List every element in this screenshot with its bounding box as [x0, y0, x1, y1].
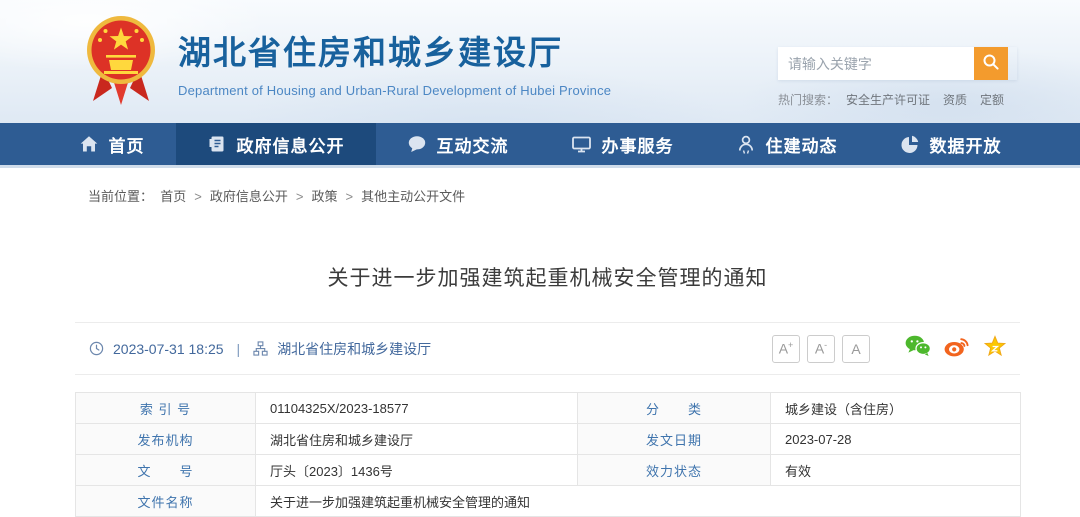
document-icon — [207, 134, 227, 154]
table-row: 文 号厅头〔2023〕1436号效力状态有效 — [76, 455, 1021, 486]
wechat-icon — [905, 335, 931, 362]
clock-icon — [89, 341, 104, 356]
hot-search-link[interactable]: 资质 — [943, 93, 967, 107]
organization-icon — [253, 341, 268, 356]
info-value-cell: 厅头〔2023〕1436号 — [256, 455, 578, 486]
pie-chart-icon — [900, 134, 920, 154]
info-label-cell: 文 号 — [76, 455, 256, 486]
table-row: 发布机构湖北省住房和城乡建设厅发文日期2023-07-28 — [76, 424, 1021, 455]
publish-datetime: 2023-07-31 18:25 — [113, 341, 224, 357]
person-icon — [736, 134, 756, 154]
info-value-cell: 关于进一步加强建筑起重机械安全管理的通知 — [256, 486, 1021, 517]
nav-item-label: 首页 — [109, 132, 145, 157]
info-table: 索 引 号01104325X/2023-18577分 类城乡建设（含住房）发布机… — [75, 392, 1021, 517]
nav-item-home[interactable]: 首页 — [48, 123, 176, 165]
font-size-button-smaller[interactable]: A- — [807, 335, 835, 363]
wechat-share-button[interactable] — [905, 335, 931, 362]
search-button[interactable] — [974, 47, 1008, 80]
publish-source: 湖北省住房和城乡建设厅 — [277, 339, 431, 359]
font-size-button-default[interactable]: A — [842, 335, 870, 363]
main-nav: 首页 政府信息公开 互动交流 办事服务 住建动态 数据开放 — [0, 123, 1080, 168]
nav-item-label: 办事服务 — [602, 132, 674, 157]
nav-item-label: 政府信息公开 — [237, 132, 345, 157]
nav-item-label: 互动交流 — [437, 132, 509, 157]
breadcrumb-separator: > — [296, 189, 304, 204]
info-value-cell: 有效 — [771, 455, 1021, 486]
hot-search-label: 热门搜索： — [778, 91, 838, 108]
weibo-icon — [944, 335, 970, 362]
nav-item-open-data[interactable]: 数据开放 — [869, 123, 1033, 165]
nav-item-services[interactable]: 办事服务 — [540, 123, 705, 165]
search-icon — [982, 53, 1000, 74]
nav-item-gov-info[interactable]: 政府信息公开 — [176, 123, 376, 165]
nav-item-label: 住建动态 — [766, 132, 838, 157]
home-icon — [79, 134, 99, 154]
article-meta-bar: 2023-07-31 18:25 | 湖北省住房和城乡建设厅 A+A-A — [75, 322, 1020, 375]
breadcrumb-item[interactable]: 首页 — [160, 189, 186, 204]
breadcrumb-separator: > — [345, 189, 353, 204]
nav-item-news[interactable]: 住建动态 — [705, 123, 869, 165]
search-area: 热门搜索： 安全生产许可证资质定额 — [778, 47, 1017, 108]
info-label-cell: 分 类 — [578, 393, 771, 424]
article-title: 关于进一步加强建筑起重机械安全管理的通知 — [75, 262, 1020, 292]
national-emblem-logo — [84, 13, 158, 107]
hot-search-link[interactable]: 安全生产许可证 — [846, 93, 930, 107]
nav-item-label: 数据开放 — [930, 132, 1002, 157]
qzone-star-icon — [983, 335, 1007, 363]
weibo-share-button[interactable] — [944, 335, 970, 362]
breadcrumb-label: 当前位置： — [88, 189, 153, 204]
info-value-cell: 01104325X/2023-18577 — [256, 393, 578, 424]
info-label-cell: 发文日期 — [578, 424, 771, 455]
table-row: 索 引 号01104325X/2023-18577分 类城乡建设（含住房） — [76, 393, 1021, 424]
nav-item-interaction[interactable]: 互动交流 — [376, 123, 540, 165]
breadcrumb-item[interactable]: 政策 — [311, 189, 337, 204]
info-label-cell: 发布机构 — [76, 424, 256, 455]
site-header: 湖北省住房和城乡建设厅 Department of Housing and Ur… — [0, 0, 1080, 123]
breadcrumb-item[interactable]: 政府信息公开 — [210, 189, 288, 204]
monitor-icon — [571, 134, 592, 154]
breadcrumb-separator: > — [194, 189, 202, 204]
info-label-cell: 索 引 号 — [76, 393, 256, 424]
info-label-cell: 效力状态 — [578, 455, 771, 486]
site-title: 湖北省住房和城乡建设厅 — [178, 26, 611, 74]
font-size-button-larger[interactable]: A+ — [772, 335, 800, 363]
info-label-cell: 文件名称 — [76, 486, 256, 517]
info-value-cell: 2023-07-28 — [771, 424, 1021, 455]
breadcrumb: 当前位置： 首页 > 政府信息公开 > 政策 > 其他主动公开文件 — [88, 186, 1020, 205]
meta-separator: | — [237, 341, 241, 357]
hot-search: 热门搜索： 安全生产许可证资质定额 — [778, 91, 1017, 108]
search-input[interactable] — [778, 47, 974, 80]
breadcrumb-item: 其他主动公开文件 — [361, 189, 465, 204]
qzone-star-share-button[interactable] — [983, 335, 1007, 363]
info-value-cell: 城乡建设（含住房） — [771, 393, 1021, 424]
table-row: 文件名称关于进一步加强建筑起重机械安全管理的通知 — [76, 486, 1021, 517]
site-subtitle: Department of Housing and Urban-Rural De… — [178, 83, 611, 98]
content: 当前位置： 首页 > 政府信息公开 > 政策 > 其他主动公开文件 关于进一步加强建筑起重机… — [75, 186, 1020, 517]
info-value-cell: 湖北省住房和城乡建设厅 — [256, 424, 578, 455]
hot-search-link[interactable]: 定额 — [980, 93, 1004, 107]
chat-icon — [407, 134, 427, 154]
